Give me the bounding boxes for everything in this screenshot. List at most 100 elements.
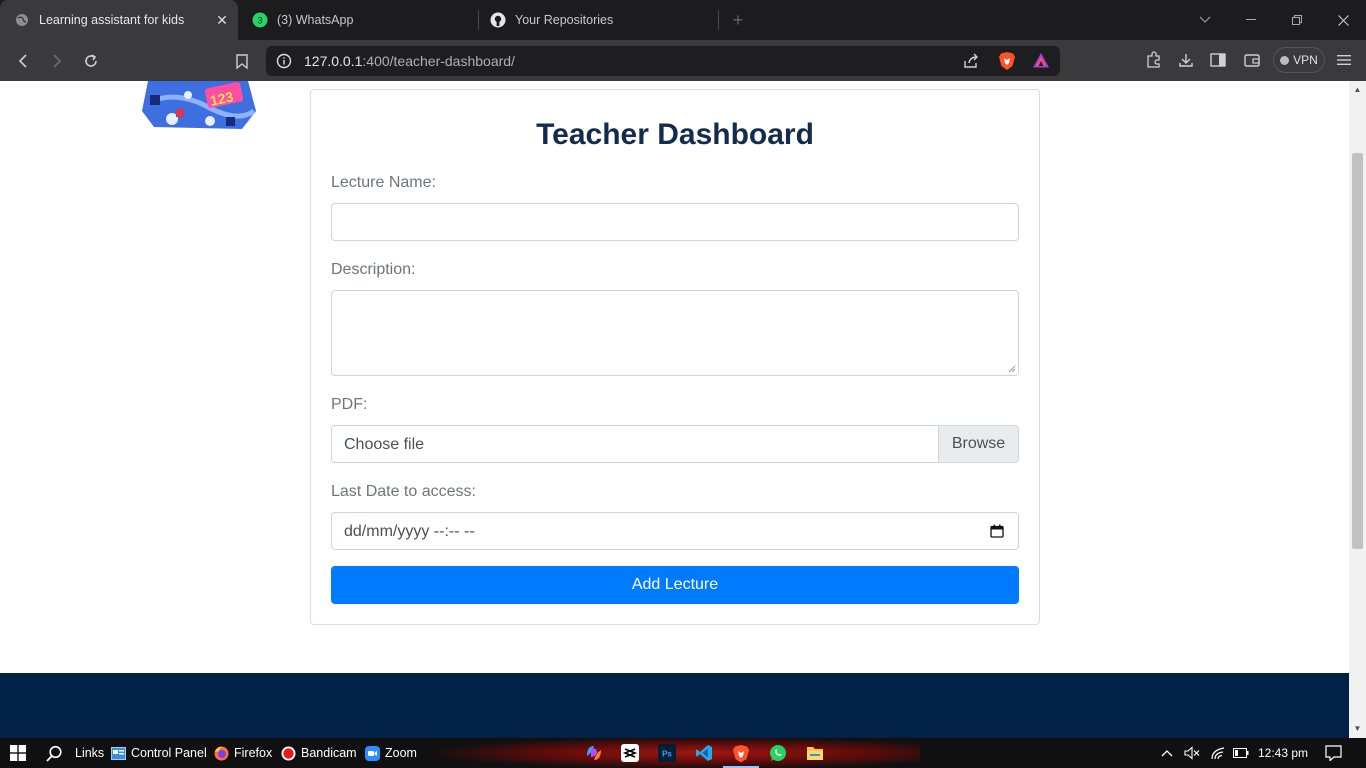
svg-text:3: 3	[257, 16, 262, 26]
forward-icon[interactable]	[44, 48, 70, 74]
file-input-placeholder: Choose file	[344, 436, 425, 453]
taskbar-app-whatsapp[interactable]	[768, 743, 788, 763]
github-icon	[490, 12, 506, 28]
back-icon[interactable]	[10, 48, 36, 74]
taskbar-clock[interactable]: 12:43 pm	[1258, 746, 1308, 760]
links-toolbar[interactable]: Links	[75, 738, 104, 768]
control-panel-icon	[110, 745, 126, 761]
copilot-icon	[587, 746, 601, 760]
date-placeholder: dd/mm/yyyy --:-- --	[344, 523, 475, 540]
notification-icon	[1325, 745, 1342, 761]
taskbar-app-copilot[interactable]	[584, 743, 604, 763]
tab-list-chevron-icon[interactable]	[1182, 0, 1228, 40]
taskbar-app-vscode[interactable]	[694, 743, 714, 763]
battery-button[interactable]	[1233, 738, 1249, 768]
close-window-icon[interactable]	[1320, 0, 1366, 40]
pdf-label: PDF:	[331, 396, 368, 413]
tab-whatsapp[interactable]: 3 (3) WhatsApp	[238, 0, 478, 40]
vscode-icon	[696, 745, 712, 761]
whatsapp-icon: 3	[252, 12, 268, 28]
wifi-icon	[1211, 747, 1225, 760]
menu-icon[interactable]	[1331, 47, 1357, 73]
svg-text:Ps: Ps	[662, 750, 672, 759]
last-date-label: Last Date to access:	[331, 483, 476, 500]
taskbar-app-file-explorer[interactable]	[805, 743, 825, 763]
brave-shields-icon[interactable]	[998, 51, 1016, 76]
bandicam-shortcut[interactable]: Bandicam	[280, 738, 357, 768]
network-button[interactable]	[1210, 738, 1226, 768]
chevron-up-icon	[1161, 750, 1173, 757]
close-tab-icon[interactable]: ✕	[214, 12, 230, 28]
zoom-icon	[364, 745, 380, 761]
wallet-icon[interactable]	[1239, 47, 1265, 73]
volume-button[interactable]	[1184, 738, 1200, 768]
vpn-label: VPN	[1293, 53, 1318, 67]
lecture-name-label: Lecture Name:	[331, 174, 436, 191]
bandicam-icon	[280, 745, 296, 761]
reload-icon[interactable]	[78, 48, 104, 74]
new-tab-icon[interactable]: +	[728, 10, 748, 30]
description-textarea[interactable]	[331, 290, 1019, 376]
firefox-shortcut[interactable]: Firefox	[213, 738, 272, 768]
description-label: Description:	[331, 261, 416, 278]
windows-icon	[10, 745, 26, 761]
zoom-shortcut[interactable]: Zoom	[364, 738, 417, 768]
extensions-icon[interactable]	[1141, 47, 1167, 73]
vpn-status-icon	[1280, 55, 1290, 65]
tab-separator	[718, 10, 719, 30]
photoshop-icon: Ps	[658, 744, 676, 762]
brave-icon	[733, 744, 749, 762]
windows-taskbar: Links Control Panel Firefox Bandicam Zoo…	[0, 738, 1366, 768]
add-lecture-button[interactable]: Add Lecture	[331, 566, 1019, 604]
sidebar-icon[interactable]	[1205, 47, 1231, 73]
restore-icon[interactable]	[1274, 0, 1320, 40]
address-bar[interactable]: 127.0.0.1:400/teacher-dashboard/	[266, 46, 1060, 76]
site-info-icon[interactable]	[276, 53, 292, 74]
page-footer	[0, 673, 1349, 738]
volume-muted-icon	[1184, 746, 1200, 760]
taskbar-app-capcut[interactable]	[620, 743, 640, 763]
tab-label: Your Repositories	[515, 13, 614, 27]
start-button[interactable]	[10, 738, 26, 768]
taskbar-wallpaper-glow	[440, 738, 920, 768]
whatsapp-taskbar-icon	[770, 745, 786, 761]
globe-icon	[14, 12, 30, 28]
control-panel-shortcut[interactable]: Control Panel	[110, 738, 207, 768]
scroll-up-icon[interactable]: ▲	[1353, 85, 1362, 94]
minimize-icon[interactable]	[1228, 0, 1274, 40]
download-icon[interactable]	[1173, 47, 1199, 73]
firefox-icon	[213, 745, 229, 761]
site-logo[interactable]: 123	[138, 81, 262, 131]
notifications-button[interactable]	[1325, 738, 1342, 768]
url-text: 127.0.0.1:400/teacher-dashboard/	[304, 53, 515, 69]
brave-rewards-icon[interactable]	[1032, 52, 1050, 74]
page-viewport: 123 Teacher Dashboard Lecture Name: Desc…	[0, 81, 1349, 738]
tab-label: (3) WhatsApp	[277, 13, 354, 27]
search-button[interactable]	[46, 738, 63, 768]
page-title: Teacher Dashboard	[536, 118, 814, 151]
share-icon[interactable]	[962, 52, 980, 75]
tab-strip: Learning assistant for kids ✕ 3 (3) What…	[0, 0, 1366, 40]
calendar-icon[interactable]	[990, 524, 1004, 538]
search-icon	[46, 745, 62, 762]
resize-handle-icon[interactable]	[1007, 364, 1016, 373]
vpn-button[interactable]: VPN	[1273, 47, 1325, 73]
tab-learning-assistant[interactable]: Learning assistant for kids ✕	[0, 0, 238, 40]
taskbar-app-photoshop[interactable]: Ps	[657, 743, 677, 763]
capcut-icon	[621, 744, 639, 762]
scroll-thumb[interactable]	[1352, 153, 1363, 549]
show-hidden-icons[interactable]	[1161, 738, 1173, 768]
tab-label: Learning assistant for kids	[39, 13, 185, 27]
page-scrollbar[interactable]: ▲ ▼	[1349, 81, 1366, 738]
battery-icon	[1233, 748, 1249, 758]
teacher-dashboard-card: Teacher Dashboard Lecture Name: Descript…	[310, 89, 1040, 625]
last-date-input[interactable]: dd/mm/yyyy --:-- --	[331, 512, 1019, 550]
tab-your-repositories[interactable]: Your Repositories	[478, 0, 718, 40]
folder-icon	[807, 747, 823, 760]
taskbar-app-brave[interactable]	[723, 743, 759, 768]
browse-button[interactable]: Browse	[938, 426, 1018, 462]
lecture-name-input[interactable]	[331, 203, 1019, 241]
pdf-file-input[interactable]: Choose file Browse	[331, 425, 1019, 463]
bookmark-icon[interactable]	[229, 48, 255, 74]
scroll-down-icon[interactable]: ▼	[1353, 724, 1362, 733]
